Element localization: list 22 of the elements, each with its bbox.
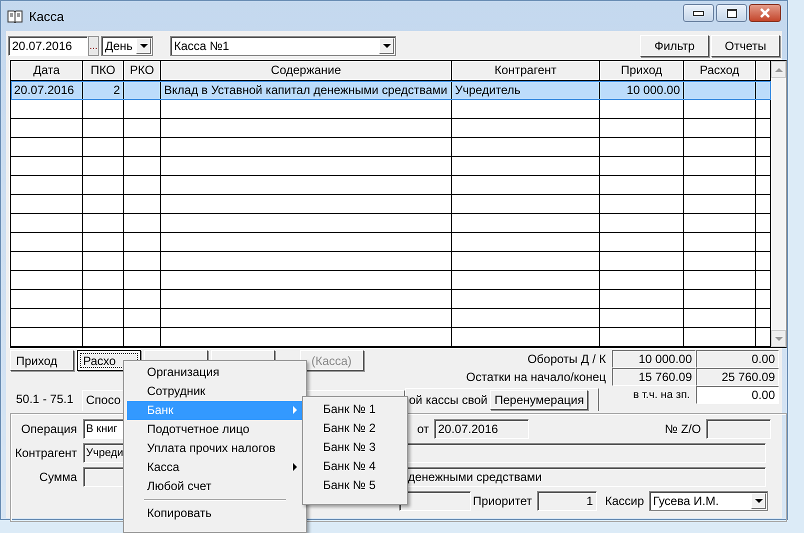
turnover-label: Обороты Д / К: [526, 351, 607, 368]
table-cell: 2: [83, 81, 124, 100]
balance-label: Остатки на начало/конец: [466, 369, 607, 386]
date-label: от: [416, 422, 430, 436]
cashier-label: Кассир: [604, 494, 645, 508]
table-cell: Вклад в Уставной капитал денежными средствами: [161, 81, 452, 100]
table-cell: Учредитель: [452, 81, 600, 100]
accounts-text: 50.1 - 75.1: [15, 392, 74, 408]
total-cell: 25 760.09: [696, 368, 779, 386]
tab-label: ой кассы свой: [409, 393, 488, 407]
window-title: Касса: [29, 8, 64, 24]
total-cell: 15 760.09: [612, 368, 696, 386]
total-cell: 0.00: [696, 350, 779, 368]
sum-label: Сумма: [38, 470, 78, 484]
table-cell: 10 000.00: [600, 81, 684, 100]
table-cell: 20.07.2016: [11, 81, 83, 100]
zo-label: № Z/O: [664, 422, 702, 436]
priority-label: Приоритет: [472, 494, 533, 508]
counterparty-label: Контрагент: [14, 446, 78, 460]
total-cell: 10 000.00: [612, 350, 696, 368]
salary-label: в т.ч. на зп.: [633, 388, 691, 403]
operation-label: Операция: [20, 422, 78, 436]
